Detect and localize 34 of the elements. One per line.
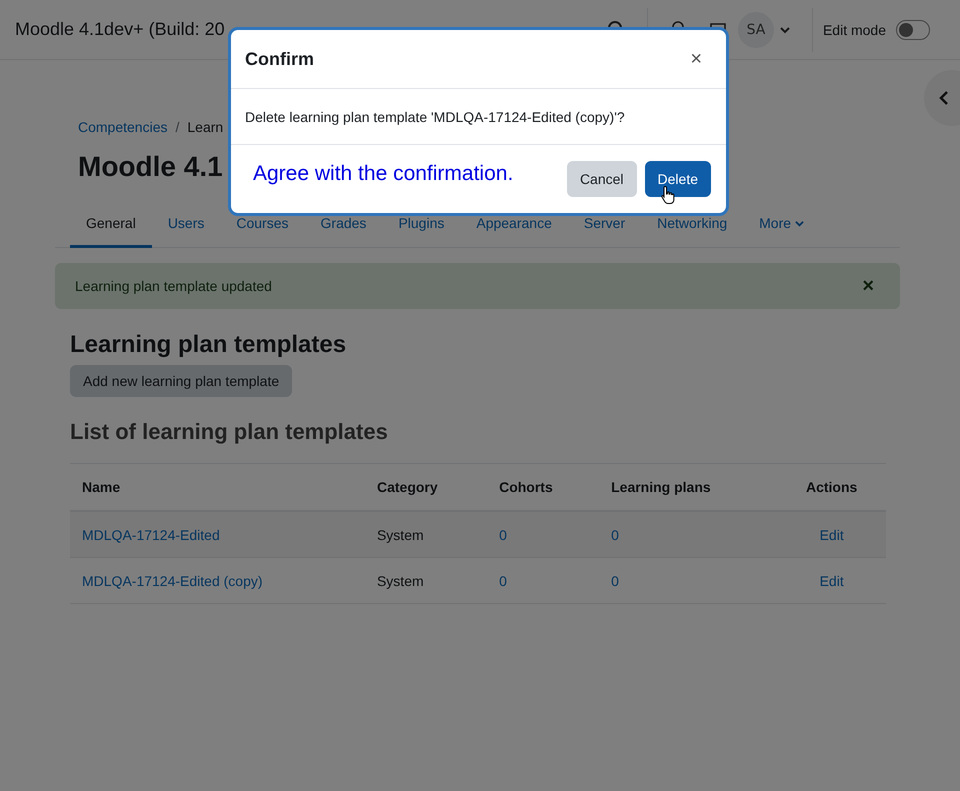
dialog-title: Confirm xyxy=(245,48,314,70)
breadcrumb-separator: / xyxy=(176,119,180,135)
site-name[interactable]: Moodle 4.1dev+ (Build: 20 xyxy=(15,19,225,40)
section-heading: Learning plan templates xyxy=(70,331,348,359)
nav-tab[interactable]: More xyxy=(743,203,820,248)
category-cell: System xyxy=(376,573,424,589)
caret-icon[interactable] xyxy=(780,24,790,34)
dialog-message: Delete learning plan template 'MDLQA-17124-Edited (copy)'? xyxy=(245,108,625,124)
breadcrumb-current: Learn xyxy=(187,119,224,135)
cohorts-link[interactable]: 0 xyxy=(499,527,507,543)
template-link[interactable]: MDLQA-17124-Edited xyxy=(82,527,220,543)
plans-link[interactable]: 0 xyxy=(611,573,619,589)
nav-tab[interactable]: Users xyxy=(152,203,220,248)
close-button[interactable]: × xyxy=(856,274,880,298)
chevron-left-icon xyxy=(938,91,950,105)
breadcrumb-link[interactable]: Competencies xyxy=(78,119,168,135)
hand-cursor-icon xyxy=(660,185,676,205)
edit-mode-label: Edit mode xyxy=(822,22,886,38)
plans-link[interactable]: 0 xyxy=(611,527,619,543)
edit-link[interactable]: Edit xyxy=(820,527,844,543)
alert-message: Learning plan template updated xyxy=(75,278,272,294)
page-title: Moodle 4.1 xyxy=(78,151,223,183)
category-cell: System xyxy=(376,527,424,543)
instruction-text: Agree with the confirmation. xyxy=(253,162,514,186)
template-link[interactable]: MDLQA-17124-Edited (copy) xyxy=(82,573,263,589)
add-template-button[interactable]: Add new learning plan template xyxy=(70,365,292,397)
close-button[interactable]: × xyxy=(684,46,708,72)
list-heading: List of learning plan templates xyxy=(70,419,389,445)
cohorts-link[interactable]: 0 xyxy=(499,573,507,589)
cancel-button[interactable]: Cancel xyxy=(566,161,637,197)
user-avatar[interactable]: SA xyxy=(738,12,774,48)
edit-mode-toggle[interactable] xyxy=(896,20,930,40)
nav-tab[interactable]: General xyxy=(70,203,152,248)
edit-link[interactable]: Edit xyxy=(820,573,844,589)
